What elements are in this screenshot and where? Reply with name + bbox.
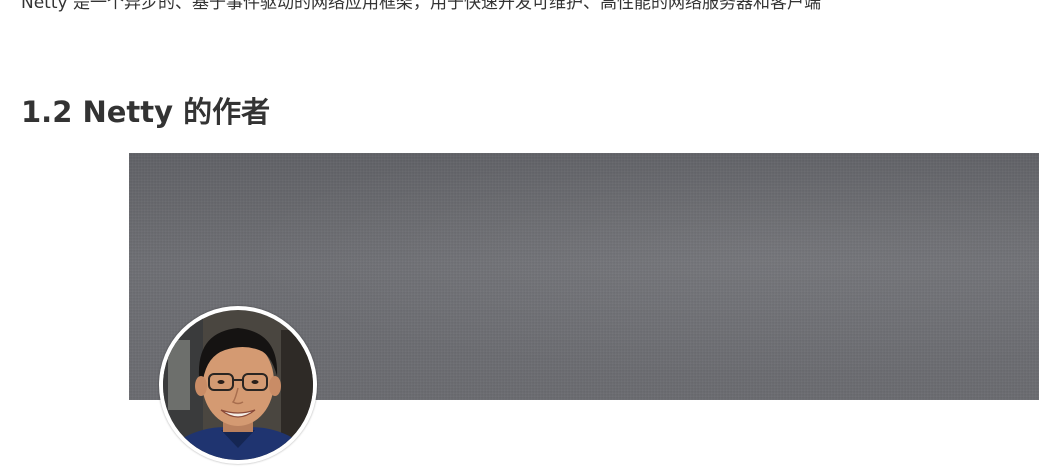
section-heading: 1.2 Netty 的作者 (21, 95, 271, 129)
intro-paragraph: Netty 是一个异步的、基于事件驱动的网络应用框架，用于快速开发可维护、高性能… (21, 0, 821, 13)
author-portrait (163, 310, 313, 460)
author-avatar (159, 306, 317, 464)
article-page: Netty 是一个异步的、基于事件驱动的网络应用框架，用于快速开发可维护、高性能… (0, 0, 1039, 468)
